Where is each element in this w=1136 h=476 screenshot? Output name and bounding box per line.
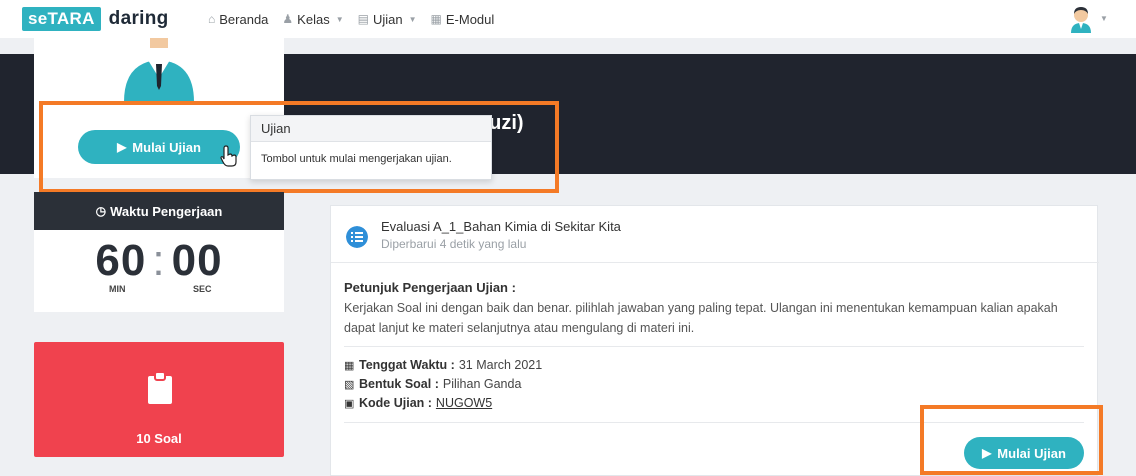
timer-header-label: Waktu Pengerjaan <box>110 203 223 219</box>
nav-label-beranda: Beranda <box>219 11 269 27</box>
app-logo[interactable]: seTARA daring <box>22 7 169 31</box>
book-icon: ▤ <box>357 12 369 26</box>
highlight-box <box>39 101 559 193</box>
nav-label-ujian: Ujian <box>372 11 403 27</box>
book-icon: ▧ <box>344 378 355 391</box>
code-row: ▣ Kode Ujian : NUGOW5 <box>344 396 492 410</box>
timer-separator: : <box>152 236 166 285</box>
main-nav: ⌂ Beranda ♟ Kelas ▼ ▤ Ujian ▼ ▦ E-Modul <box>208 0 508 38</box>
timer-min-label: MIN <box>109 284 126 294</box>
timer-header: ◷ Waktu Pengerjaan <box>34 192 284 230</box>
highlight-box <box>920 405 1103 475</box>
deadline-row: ▦ Tenggat Waktu : 31 March 2021 <box>344 358 542 372</box>
code-label: Kode Ujian : <box>359 396 432 410</box>
users-icon: ♟ <box>282 12 294 26</box>
chevron-down-icon[interactable]: ▼ <box>1100 14 1108 23</box>
nav-item-kelas[interactable]: ♟ Kelas ▼ <box>282 12 343 27</box>
logo-setara: seTARA <box>22 7 101 31</box>
timer-display: 60:00 <box>34 236 284 286</box>
lock-icon: ▣ <box>344 397 355 410</box>
instructions-title: Petunjuk Pengerjaan Ujian : <box>344 280 516 295</box>
nav-item-ujian[interactable]: ▤ Ujian ▼ <box>358 12 417 27</box>
student-avatar-icon <box>124 38 194 102</box>
clipboard-icon <box>148 372 172 404</box>
type-label: Bentuk Soal : <box>359 377 439 391</box>
deadline-label: Tenggat Waktu : <box>359 358 455 372</box>
chevron-down-icon: ▼ <box>408 14 417 24</box>
question-count-card: 10 Soal <box>34 342 284 457</box>
nav-label-kelas: Kelas <box>297 11 330 27</box>
question-count-label: 10 Soal <box>136 431 182 446</box>
user-avatar-icon[interactable] <box>1068 5 1094 33</box>
timer-minutes: 60 <box>95 236 147 285</box>
timer-sec-label: SEC <box>193 284 212 294</box>
logo-daring: daring <box>108 8 169 29</box>
exam-card-header: Evaluasi A_1_Bahan Kimia di Sekitar Kita… <box>331 206 1099 263</box>
instructions-body: Kerjakan Soal ini dengan baik dan benar.… <box>344 301 1058 335</box>
nav-label-emodul: E-Modul <box>445 11 495 27</box>
chevron-down-icon: ▼ <box>335 14 344 24</box>
exam-code-link[interactable]: NUGOW5 <box>436 396 492 410</box>
deadline-value: 31 March 2021 <box>458 358 543 372</box>
divider <box>344 346 1084 347</box>
nav-item-beranda[interactable]: ⌂ Beranda <box>208 12 268 27</box>
home-icon: ⌂ <box>208 12 216 26</box>
calendar-icon: ▦ <box>344 359 355 372</box>
type-value: Pilihan Ganda <box>442 377 522 391</box>
list-icon <box>346 226 368 248</box>
ebook-icon: ▦ <box>430 12 442 26</box>
clock-icon: ◷ <box>95 204 107 218</box>
exam-title: Evaluasi A_1_Bahan Kimia di Sekitar Kita <box>381 219 621 234</box>
timer-card: ◷ Waktu Pengerjaan 60:00 MIN SEC <box>34 192 284 312</box>
type-row: ▧ Bentuk Soal : Pilihan Ganda <box>344 377 521 391</box>
timer-seconds: 00 <box>171 236 223 285</box>
top-navbar: seTARA daring ⌂ Beranda ♟ Kelas ▼ ▤ Ujia… <box>0 0 1136 38</box>
exam-updated: Diperbarui 4 detik yang lalu <box>381 237 527 251</box>
nav-item-emodul[interactable]: ▦ E-Modul <box>431 12 495 27</box>
